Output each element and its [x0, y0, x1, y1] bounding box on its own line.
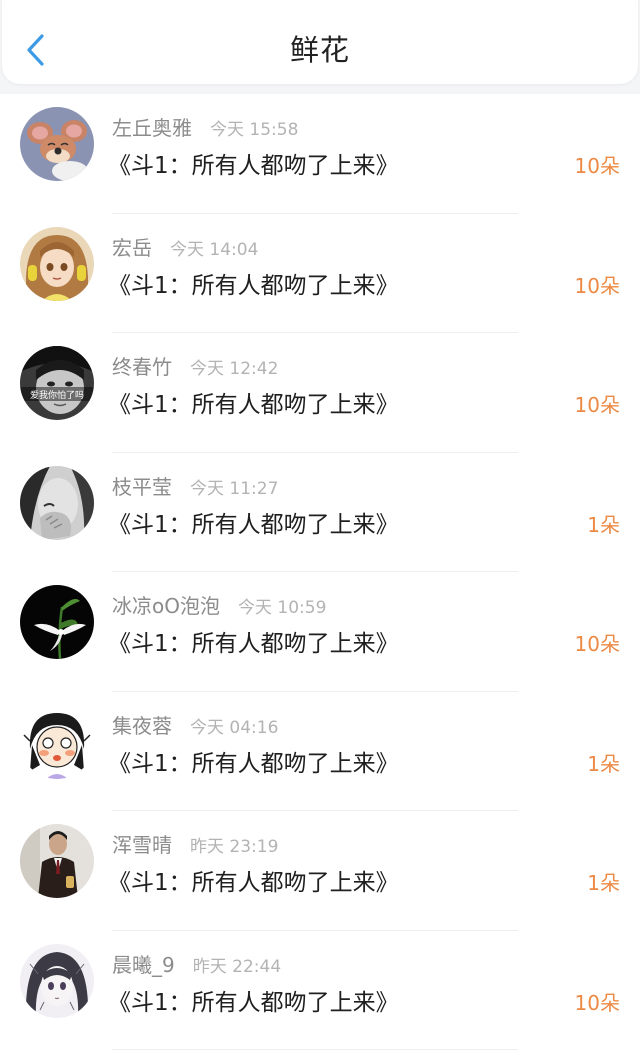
name-line: 宏岳 今天 14:04: [112, 232, 258, 258]
man-suit-avatar: [20, 824, 94, 898]
list-item[interactable]: 浑雪晴 昨天 23:19 《斗1：所有人都吻了上来》 1朵: [0, 811, 640, 931]
avatar[interactable]: [20, 107, 94, 181]
list-item[interactable]: 爱我你怕了吗 终春竹 今天 12:42 《斗1：所有人都吻了上来》 10朵: [0, 333, 640, 453]
timestamp: 昨天 22:44: [193, 952, 281, 977]
avatar[interactable]: [20, 944, 94, 1018]
user-name[interactable]: 集夜蓉: [112, 710, 172, 739]
anime-sketch-avatar: [20, 944, 94, 1018]
name-line: 枝平莹 今天 11:27: [112, 471, 278, 497]
name-line: 终春竹 今天 12:42: [112, 351, 278, 377]
name-line: 集夜蓉 今天 04:16: [112, 710, 278, 736]
book-title[interactable]: 《斗1：所有人都吻了上来》: [108, 983, 399, 1017]
cartoon-mouse-avatar: [20, 107, 94, 181]
flower-count: 10朵: [575, 270, 620, 299]
timestamp: 今天 12:42: [190, 354, 278, 379]
name-line: 冰凉oO泡泡 今天 10:59: [112, 590, 326, 616]
cartoon-girl-avatar: [20, 705, 94, 779]
user-name[interactable]: 浑雪晴: [112, 829, 172, 858]
user-name[interactable]: 宏岳: [112, 232, 152, 261]
flower-count: 10朵: [575, 150, 620, 179]
list-item[interactable]: 宏岳 今天 14:04 《斗1：所有人都吻了上来》 10朵: [0, 214, 640, 334]
book-title[interactable]: 《斗1：所有人都吻了上来》: [108, 863, 399, 897]
avatar[interactable]: [20, 227, 94, 301]
flower-count: 1朵: [587, 509, 620, 538]
bw-photo-avatar: 爱我你怕了吗: [20, 346, 94, 420]
book-title[interactable]: 《斗1：所有人都吻了上来》: [108, 624, 399, 658]
list-item[interactable]: 冰凉oO泡泡 今天 10:59 《斗1：所有人都吻了上来》 10朵: [0, 572, 640, 692]
timestamp: 昨天 23:19: [190, 832, 278, 857]
avatar[interactable]: [20, 705, 94, 779]
user-name[interactable]: 冰凉oO泡泡: [112, 590, 220, 619]
list-item[interactable]: 晨曦_9 昨天 22:44 《斗1：所有人都吻了上来》 10朵: [0, 931, 640, 1050]
top-bar: 鲜花: [2, 0, 638, 84]
bw-face-avatar: [20, 466, 94, 540]
flower-count: 10朵: [575, 389, 620, 418]
book-title[interactable]: 《斗1：所有人都吻了上来》: [108, 385, 399, 419]
flower-count: 10朵: [575, 628, 620, 657]
book-title[interactable]: 《斗1：所有人都吻了上来》: [108, 146, 399, 180]
book-title[interactable]: 《斗1：所有人都吻了上来》: [108, 505, 399, 539]
user-name[interactable]: 左丘奥雅: [112, 112, 192, 141]
flower-record-list: 左丘奥雅 今天 15:58 《斗1：所有人都吻了上来》 10朵 宏岳 今天: [0, 94, 640, 1050]
timestamp: 今天 14:04: [170, 235, 258, 260]
page-title: 鲜花: [2, 0, 638, 100]
timestamp: 今天 11:27: [190, 474, 278, 499]
avatar[interactable]: [20, 824, 94, 898]
avatar-caption: 爱我你怕了吗: [30, 389, 84, 401]
avatar[interactable]: [20, 585, 94, 659]
book-title[interactable]: 《斗1：所有人都吻了上来》: [108, 266, 399, 300]
list-item[interactable]: 枝平莹 今天 11:27 《斗1：所有人都吻了上来》 1朵: [0, 453, 640, 573]
name-line: 浑雪晴 昨天 23:19: [112, 829, 278, 855]
timestamp: 今天 10:59: [238, 593, 326, 618]
list-item[interactable]: 左丘奥雅 今天 15:58 《斗1：所有人都吻了上来》 10朵: [0, 94, 640, 214]
timestamp: 今天 15:58: [210, 115, 298, 140]
avatar[interactable]: [20, 466, 94, 540]
flower-count: 1朵: [587, 867, 620, 896]
book-title[interactable]: 《斗1：所有人都吻了上来》: [108, 744, 399, 778]
list-item[interactable]: 集夜蓉 今天 04:16 《斗1：所有人都吻了上来》 1朵: [0, 692, 640, 812]
user-name[interactable]: 枝平莹: [112, 471, 172, 500]
timestamp: 今天 04:16: [190, 713, 278, 738]
flower-count: 1朵: [587, 748, 620, 777]
name-line: 晨曦_9 昨天 22:44: [112, 949, 281, 975]
flower-count: 10朵: [575, 987, 620, 1016]
white-orchid-avatar: [20, 585, 94, 659]
user-name[interactable]: 晨曦_9: [112, 949, 175, 978]
avatar[interactable]: 爱我你怕了吗: [20, 346, 94, 420]
name-line: 左丘奥雅 今天 15:58: [112, 112, 298, 138]
anime-girl-headphones-avatar: [20, 227, 94, 301]
user-name[interactable]: 终春竹: [112, 351, 172, 380]
